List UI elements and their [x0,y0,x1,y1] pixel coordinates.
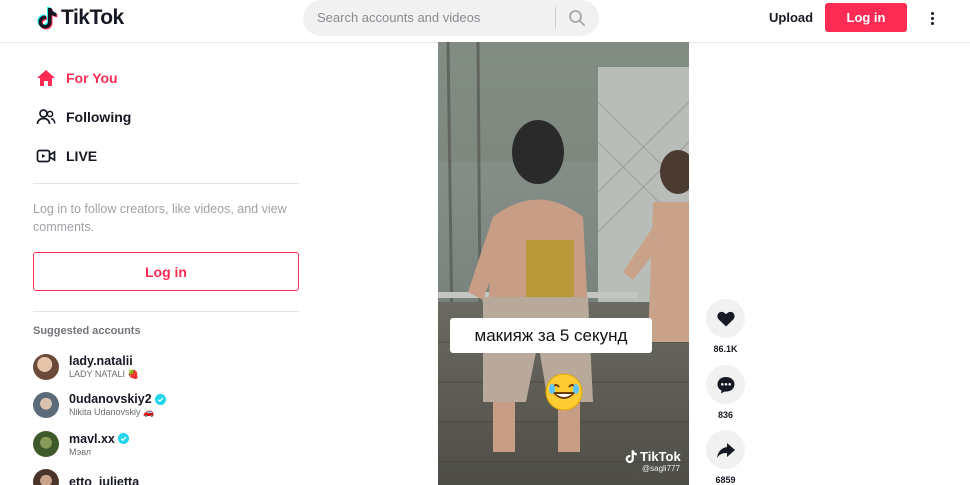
video-caption: макияж за 5 секунд [450,318,652,353]
comment-icon [717,376,734,393]
account-username: mavl.xx [69,432,129,446]
login-button[interactable]: Log in [825,3,907,32]
tiktok-note-icon [37,7,58,30]
home-icon [36,68,56,88]
tiktok-logo[interactable]: TikTok [36,6,124,30]
nav-label: For You [66,70,118,86]
search-icon [569,10,585,26]
avatar [33,392,59,418]
share-action[interactable]: 6859 [706,430,745,485]
suggested-account[interactable]: lady.natalii LADY NATALI 🍓 [33,353,139,381]
avatar [33,354,59,380]
verified-badge-icon [117,433,129,444]
nav-label: LIVE [66,148,98,164]
suggested-account[interactable]: mavl.xx Мэвл [33,430,129,458]
avatar [33,431,59,457]
comment-count: 836 [717,410,734,420]
share-icon [716,442,735,458]
like-count: 86.1K [713,344,738,354]
sidebar: For You Following LIVE Log in to follow … [0,44,330,485]
nav-label: Following [66,109,132,125]
account-username: lady.natalii [69,354,133,368]
login-hint: Log in to follow creators, like videos, … [33,202,287,234]
account-username: etto_julietta [69,474,140,485]
search-button[interactable] [565,7,589,29]
share-button[interactable] [706,430,745,469]
nav-following[interactable]: Following [36,107,131,127]
live-icon [36,146,56,166]
nav-for-you[interactable]: For You [36,68,118,88]
watermark-logo-text: TikTok [640,449,681,464]
divider [33,311,299,312]
account-username: 0udanovskiy2 [69,392,166,406]
divider [33,183,299,184]
top-bar: TikTok Search accounts and videos Upload… [0,0,970,43]
like-button[interactable] [706,299,745,338]
video-player[interactable]: макияж за 5 секунд TikTok @sagli777 [438,42,689,485]
comment-action[interactable]: 836 [706,365,745,420]
tiktok-note-icon [625,450,637,464]
watermark-username: @sagli777 [642,464,680,473]
account-nickname: Nikita Udanovskiy 🚗 [69,407,155,417]
avatar [33,469,59,485]
search-bar[interactable]: Search accounts and videos [303,0,599,36]
suggested-accounts-title: Suggested accounts [33,325,141,337]
share-count: 6859 [715,475,736,485]
account-nickname: Мэвл [69,446,92,457]
nav-live[interactable]: LIVE [36,146,97,166]
video-frame [438,42,689,485]
like-action[interactable]: 86.1K [706,299,745,354]
upload-link[interactable]: Upload [769,10,813,25]
search-input[interactable]: Search accounts and videos [317,10,480,25]
laughing-emoji-icon [545,373,583,411]
search-divider [555,7,556,29]
comment-button[interactable] [706,365,745,404]
verified-badge-icon [154,393,166,405]
more-menu-icon[interactable] [924,8,940,28]
sidebar-login-button[interactable]: Log in [33,252,299,291]
tiktok-watermark: TikTok @sagli777 [624,449,681,473]
heart-icon [716,311,735,326]
account-nickname: LADY NATALI 🍓 [69,369,139,379]
users-icon [36,107,56,127]
suggested-account[interactable]: 0udanovskiy2 Nikita Udanovskiy 🚗 [33,391,166,419]
suggested-account[interactable]: etto_julietta [33,468,139,485]
logo-text: TikTok [61,6,124,29]
